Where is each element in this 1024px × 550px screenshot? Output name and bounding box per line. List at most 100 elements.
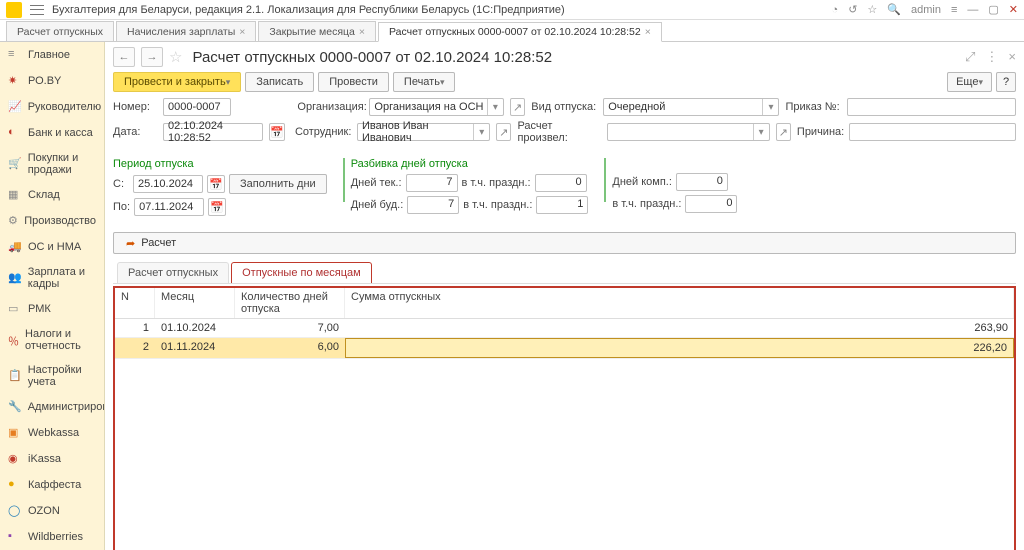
fill-days-button[interactable]: Заполнить дни [229,174,327,194]
post-button[interactable]: Провести [318,72,389,92]
sidebar-item-rmk[interactable]: ▭РМК [0,296,104,322]
col-n: N [115,288,155,318]
app-title: Бухгалтерия для Беларуси, редакция 2.1. … [52,4,824,16]
tab-item[interactable]: Расчет отпускных 0000-0007 от 02.10.2024… [378,22,662,42]
col-days: Количество дней отпуска [235,288,345,318]
incl-hol-input[interactable]: 0 [685,195,737,213]
help-button[interactable]: ? [996,72,1016,92]
order-input[interactable] [847,98,1016,116]
ozon-icon: ◯ [8,504,22,518]
history-icon[interactable]: ↺ [848,3,857,16]
table-row[interactable]: 2 01.11.2024 6,00 226,20 [115,338,1014,359]
menu-icon[interactable] [30,5,44,15]
close-icon[interactable]: × [645,26,651,38]
sidebar-item-stock[interactable]: ▦Склад [0,182,104,208]
menu-dots-icon[interactable]: ⋮ [985,49,998,65]
post-close-button[interactable]: Провести и закрыть [113,72,241,92]
calendar-icon[interactable]: 📅 [269,123,285,141]
minimize-icon[interactable]: — [967,4,978,16]
user-label: admin [911,4,941,16]
chevron-down-icon[interactable]: ▾ [762,99,778,115]
sidebar-item-taxes[interactable]: ％Налоги и отчетность [0,322,104,358]
sidebar-item-salary[interactable]: 👥Зарплата и кадры [0,260,104,296]
sidebar-item-roby[interactable]: ✷РО.BY [0,68,104,94]
calcby-input[interactable]: ▾ [607,123,769,141]
vactype-input[interactable]: Очередной▾ [603,98,779,116]
close-icon[interactable]: × [239,26,245,38]
favorite-icon[interactable]: ☆ [169,48,182,66]
comp-block: Дней комп.: 0 в т.ч. праздн.: 0 [612,158,737,220]
tab-item[interactable]: Расчет отпускных [6,21,114,41]
days-next-input[interactable]: 7 [407,196,459,214]
calcby-label: Расчет произвел: [517,120,601,144]
days-comp-input[interactable]: 0 [676,173,728,191]
tab-calc[interactable]: Расчет отпускных [117,262,229,283]
close-icon[interactable]: × [1008,49,1016,65]
star-icon: ✷ [8,74,22,88]
print-button[interactable]: Печать [393,72,456,92]
employee-label: Сотрудник: [295,126,351,138]
breakdown-title: Разбивка дней отпуска [351,158,589,170]
sidebar-item-webkassa[interactable]: ▣Webkassa [0,420,104,446]
sidebar-item-ozon[interactable]: ◯OZON [0,498,104,524]
employee-input[interactable]: Иванов Иван Иванович▾ [357,123,490,141]
maximize-icon[interactable]: ▢ [988,3,998,16]
chevron-down-icon[interactable]: ▾ [753,124,769,140]
date-input[interactable]: 02.10.2024 10:28:52 [163,123,263,141]
box-icon: ▦ [8,188,22,202]
sidebar-item-kaffesta[interactable]: ●Каффеста [0,472,104,498]
incl-hol-input[interactable]: 0 [535,174,587,192]
tab-by-month[interactable]: Отпускные по месяцам [231,262,372,283]
incl-hol-label: в т.ч. праздн.: [612,198,681,210]
link-icon[interactable]: ⤢ [965,49,975,65]
sidebar-item-settings[interactable]: 📋Настройки учета [0,358,104,394]
sidebar-item-production[interactable]: ⚙Производство [0,208,104,234]
days-current-label: Дней тек.: [351,177,402,189]
sidebar-item-wb[interactable]: ▪Wildberries [0,524,104,550]
search-icon[interactable]: 🔍 [887,3,901,16]
incl-hol-input[interactable]: 1 [536,196,588,214]
calc-button[interactable]: ➦Расчет [113,232,1016,254]
terminal-icon: ▭ [8,302,22,316]
app-logo [6,2,22,18]
settings-icon[interactable]: ≡ [951,4,957,16]
webkassa-icon: ▣ [8,426,22,440]
org-label: Организация: [297,101,363,113]
open-ref-button[interactable]: ↗ [496,123,511,141]
reason-input[interactable] [849,123,1016,141]
number-input[interactable]: 0000-0007 [163,98,231,116]
sidebar-item-ikassa[interactable]: ◉iKassa [0,446,104,472]
write-button[interactable]: Записать [245,72,314,92]
days-current-input[interactable]: 7 [406,174,458,192]
sidebar-item-manager[interactable]: 📈Руководителю [0,94,104,120]
window-tabs: Расчет отпускных Начисления зарплаты× За… [0,20,1024,42]
to-input[interactable]: 07.11.2024 [134,198,204,216]
chevron-down-icon[interactable]: ▾ [487,99,503,115]
sidebar-item-trade[interactable]: 🛒Покупки и продажи [0,146,104,182]
from-input[interactable]: 25.10.2024 [133,175,203,193]
kaffesta-icon: ● [8,478,22,492]
document-title: Расчет отпускных 0000-0007 от 02.10.2024… [192,49,959,66]
forward-button[interactable]: → [141,47,163,67]
close-window-icon[interactable]: ✕ [1009,3,1018,16]
open-ref-button[interactable]: ↗ [776,123,791,141]
calendar-icon[interactable]: 📅 [208,198,226,216]
more-button[interactable]: Еще [947,72,992,92]
action-buttons: Провести и закрыть Записать Провести Печ… [105,72,1024,98]
nav-icon[interactable]: ◔ [832,4,839,16]
percent-icon: ％ [8,333,19,347]
back-button[interactable]: ← [113,47,135,67]
org-input[interactable]: Организация на ОСН▾ [369,98,504,116]
table-row[interactable]: 1 01.10.2024 7,00 263,90 [115,319,1014,338]
sidebar-item-bank[interactable]: ◐Банк и касса [0,120,104,146]
open-ref-button[interactable]: ↗ [510,98,525,116]
sidebar-item-main[interactable]: ≡Главное [0,42,104,68]
close-icon[interactable]: × [359,26,365,38]
calendar-icon[interactable]: 📅 [207,175,225,193]
sidebar-item-admin[interactable]: 🔧Администрирование [0,394,104,420]
chevron-down-icon[interactable]: ▾ [473,124,489,140]
tab-item[interactable]: Закрытие месяца× [258,21,376,41]
tab-item[interactable]: Начисления зарплаты× [116,21,256,41]
sidebar-item-assets[interactable]: 🚚ОС и НМА [0,234,104,260]
star-icon[interactable]: ☆ [867,3,877,16]
